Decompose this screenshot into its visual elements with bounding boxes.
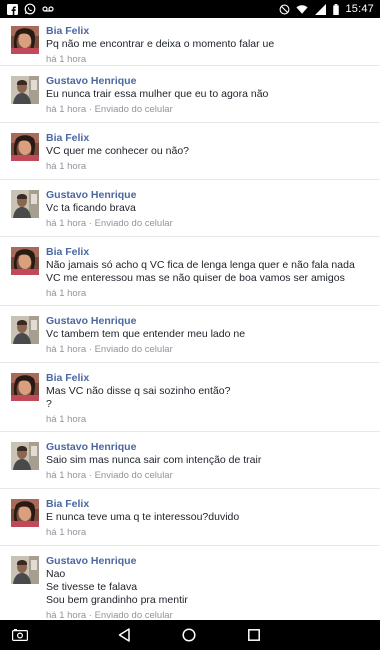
message-meta: há 1 hora · Enviado do celular (46, 344, 173, 355)
message-item[interactable]: Gustavo Henrique Vc tambem tem que enten… (0, 306, 380, 363)
avatar[interactable] (11, 190, 39, 218)
message-text: Eu nunca trair essa mulher que eu to ago… (46, 88, 269, 100)
message-item[interactable]: Gustavo Henrique Eu nunca trair essa mul… (0, 66, 380, 123)
do-not-disturb-icon (278, 3, 290, 15)
message-meta: há 1 hora · Enviado do celular (46, 470, 173, 481)
avatar[interactable] (11, 133, 39, 161)
message-item[interactable]: Bia Felix E nunca teve uma q te interess… (0, 489, 380, 546)
message-author[interactable]: Bia Felix (46, 132, 370, 145)
message-meta: há 1 hora (46, 161, 87, 172)
message-meta: há 1 hora · Enviado do celular (46, 610, 173, 620)
message-text: VC me enteressou mas se não quiser de bo… (46, 272, 345, 284)
avatar[interactable] (11, 556, 39, 584)
avatar[interactable] (11, 442, 39, 470)
message-item[interactable]: Bia Felix Não jamais só acho q VC fica d… (0, 237, 380, 306)
message-item[interactable]: Bia Felix Mas VC não disse q sai sozinho… (0, 363, 380, 432)
message-text: Vc ta ficando brava (46, 202, 136, 214)
message-text: Mas VC não disse q sai sozinho então? (46, 385, 231, 397)
message-author[interactable]: Gustavo Henrique (46, 555, 370, 568)
screenshot-icon[interactable] (12, 627, 28, 643)
system-icons: 15:47 (278, 3, 374, 15)
message-text: Saio sim mas nunca sair com intenção de … (46, 454, 262, 466)
navigation-bar (0, 620, 380, 650)
facebook-icon (6, 3, 18, 15)
message-text: Se tivesse te falava (46, 581, 138, 593)
message-item[interactable]: Bia Felix VC quer me conhecer ou não? há… (0, 123, 380, 180)
message-author[interactable]: Gustavo Henrique (46, 75, 370, 88)
message-item[interactable]: Gustavo Henrique Nao Se tivesse te falav… (0, 546, 380, 620)
message-item[interactable]: Bia Felix Pq não me encontrar e deixa o … (0, 18, 380, 66)
message-item[interactable]: Gustavo Henrique Saio sim mas nunca sair… (0, 432, 380, 489)
avatar[interactable] (11, 26, 39, 54)
message-author[interactable]: Bia Felix (46, 246, 370, 259)
message-author[interactable]: Bia Felix (46, 372, 370, 385)
status-bar: 15:47 (0, 0, 380, 18)
message-text: Sou bem grandinho pra mentir (46, 594, 188, 606)
notification-icons (6, 3, 54, 15)
avatar[interactable] (11, 499, 39, 527)
message-text: Vc tambem tem que entender meu lado ne (46, 328, 246, 340)
clock-time: 15:47 (345, 3, 374, 15)
home-icon[interactable] (181, 627, 197, 643)
message-text: E nunca teve uma q te interessou?duvido (46, 511, 240, 523)
recents-icon[interactable] (246, 627, 262, 643)
avatar[interactable] (11, 316, 39, 344)
avatar[interactable] (11, 76, 39, 104)
message-meta: há 1 hora · Enviado do celular (46, 104, 173, 115)
battery-icon (332, 3, 339, 15)
message-list[interactable]: Bia Felix Pq não me encontrar e deixa o … (0, 18, 380, 620)
message-meta: há 1 hora (46, 527, 87, 538)
message-author[interactable]: Bia Felix (46, 498, 370, 511)
message-meta: há 1 hora (46, 414, 87, 425)
message-text: ? (46, 398, 52, 410)
wifi-icon (296, 3, 309, 15)
message-meta: há 1 hora (46, 54, 87, 65)
message-text: Não jamais só acho q VC fica de lenga le… (46, 259, 355, 271)
message-text: Pq não me encontrar e deixa o momento fa… (46, 38, 275, 50)
message-author[interactable]: Bia Felix (46, 25, 370, 38)
avatar[interactable] (11, 247, 39, 275)
message-meta: há 1 hora (46, 288, 87, 299)
message-item[interactable]: Gustavo Henrique Vc ta ficando brava há … (0, 180, 380, 237)
signal-icon (314, 3, 326, 15)
whatsapp-icon (24, 3, 36, 15)
message-author[interactable]: Gustavo Henrique (46, 189, 370, 202)
message-meta: há 1 hora · Enviado do celular (46, 218, 173, 229)
message-author[interactable]: Gustavo Henrique (46, 441, 370, 454)
voicemail-icon (42, 3, 54, 15)
avatar[interactable] (11, 373, 39, 401)
message-text: Nao (46, 568, 66, 580)
back-icon[interactable] (116, 627, 132, 643)
message-author[interactable]: Gustavo Henrique (46, 315, 370, 328)
message-text: VC quer me conhecer ou não? (46, 145, 190, 157)
